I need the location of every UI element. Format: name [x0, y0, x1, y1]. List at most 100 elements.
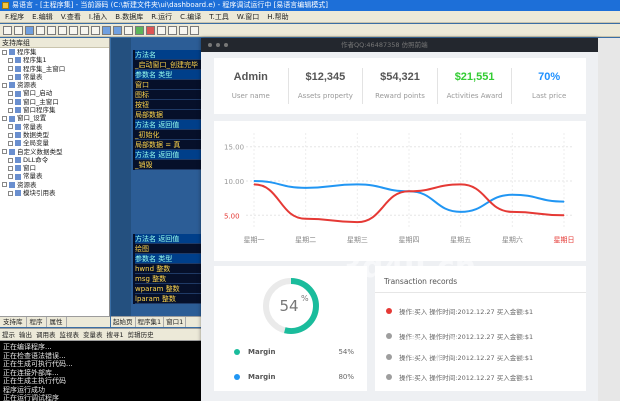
- dashboard-titlebar: 作者QQ:46487358 仿照前端: [201, 38, 598, 52]
- tree-item[interactable]: 窗口_设置: [0, 114, 109, 122]
- expand-icon[interactable]: [8, 91, 13, 97]
- tab-clip-history[interactable]: 剪辑历史: [128, 329, 154, 340]
- menu-insert[interactable]: I.插入: [86, 11, 110, 22]
- tab-start-page[interactable]: 起始页: [111, 317, 136, 327]
- menu-help[interactable]: H.帮助: [264, 11, 291, 22]
- menu-tools[interactable]: T.工具: [206, 11, 232, 22]
- align-icon[interactable]: [124, 26, 133, 35]
- window-maximize-icon[interactable]: [224, 43, 228, 47]
- expand-icon[interactable]: [8, 165, 13, 171]
- find-icon[interactable]: [91, 26, 100, 35]
- tree-item[interactable]: 资源表: [0, 181, 109, 189]
- window2-icon[interactable]: [113, 26, 122, 35]
- redo-icon[interactable]: [80, 26, 89, 35]
- tree-item[interactable]: DLL命令: [0, 156, 109, 164]
- expand-icon[interactable]: [2, 116, 7, 122]
- margin-card: 54% Margin 54% Margin 80%: [214, 266, 367, 391]
- tree-item[interactable]: 常量表: [0, 123, 109, 131]
- transaction-record[interactable]: 操作:买入 操作时间:2012.12.27 买入金额:$1: [386, 371, 533, 383]
- tab-support-lib[interactable]: 支持库: [0, 317, 27, 327]
- expand-icon[interactable]: [2, 149, 7, 155]
- data-point: [305, 187, 307, 189]
- stats-card: Admin User name $12,345 Assets property …: [214, 58, 586, 114]
- undo-icon[interactable]: [69, 26, 78, 35]
- tab-variables[interactable]: 变量表: [83, 329, 103, 340]
- expand-icon[interactable]: [8, 157, 13, 163]
- tab-output[interactable]: 输出: [19, 329, 32, 340]
- expand-icon[interactable]: [8, 57, 13, 63]
- menu-database[interactable]: B.数据库: [112, 11, 146, 22]
- tab-call-stack[interactable]: 调用表: [36, 329, 56, 340]
- x-tick-label: 星期三: [347, 236, 368, 244]
- expand-icon[interactable]: [8, 132, 13, 138]
- step-icon[interactable]: [157, 26, 166, 35]
- tree-item[interactable]: 全局变量: [0, 139, 109, 147]
- tree-item[interactable]: 程序集1: [0, 56, 109, 64]
- tree-item[interactable]: 资源表: [0, 81, 109, 89]
- tree-item[interactable]: 窗口: [0, 164, 109, 172]
- expand-icon[interactable]: [8, 124, 13, 130]
- tree-item[interactable]: 模块引用表: [0, 189, 109, 197]
- expand-icon[interactable]: [8, 107, 13, 113]
- tab-hint[interactable]: 提示: [2, 329, 15, 340]
- tree-item[interactable]: 常量表: [0, 172, 109, 180]
- copy-icon[interactable]: [47, 26, 56, 35]
- paste-icon[interactable]: [58, 26, 67, 35]
- transaction-record[interactable]: 操作:买入 操作时间:2012.12.27 买入金额:$1: [386, 330, 533, 342]
- breakpoint-icon[interactable]: [179, 26, 188, 35]
- tree-item-label: 程序集1: [23, 56, 47, 65]
- tree-item[interactable]: 程序集_主窗口: [0, 65, 109, 73]
- tab-assembly[interactable]: 程序集1: [136, 317, 165, 327]
- output-line: 正在运行调试程序: [3, 394, 59, 401]
- tree-item[interactable]: 数据类型: [0, 131, 109, 139]
- compile-icon[interactable]: [190, 26, 199, 35]
- module-icon: [15, 140, 21, 147]
- tree-item[interactable]: 常量表: [0, 73, 109, 81]
- transaction-record[interactable]: 操作:买入 操作时间:2012.12.27 买入金额:$1: [386, 305, 533, 317]
- desktop-background: [598, 38, 620, 401]
- tab-program[interactable]: 程序: [27, 317, 47, 327]
- expand-icon[interactable]: [2, 182, 7, 188]
- project-tree-pane: 支持库组 程序集 程序集1 程序集_主窗口 常量表 资源表 窗口_启动 窗口_主窗口 窗口程序…: [0, 38, 110, 316]
- transaction-record[interactable]: 操作:买入 操作时间:2012.12.27 买入金额:$1: [386, 351, 533, 363]
- expand-icon[interactable]: [8, 99, 13, 105]
- tree-item[interactable]: 窗口_主窗口: [0, 98, 109, 106]
- step-over-icon[interactable]: [168, 26, 177, 35]
- expand-icon[interactable]: [8, 74, 13, 80]
- expand-icon[interactable]: [8, 66, 13, 72]
- menu-view[interactable]: V.查看: [58, 11, 84, 22]
- tab-window[interactable]: 窗口1: [164, 317, 187, 327]
- window-minimize-icon[interactable]: [216, 43, 220, 47]
- stop-icon[interactable]: [146, 26, 155, 35]
- window-close-icon[interactable]: [208, 43, 212, 47]
- tab-properties[interactable]: 属性: [47, 317, 67, 327]
- cut-icon[interactable]: [36, 26, 45, 35]
- tab-search[interactable]: 搜寻1: [107, 329, 124, 340]
- tree-item[interactable]: 程序集: [0, 48, 109, 56]
- new-file-icon[interactable]: [3, 26, 12, 35]
- line-chart-card: 5.00 10.00 15.00 星期一 星期二 星期三 星期四 星期五 星期六 星期日: [214, 121, 586, 261]
- expand-icon[interactable]: [8, 140, 13, 146]
- tree-item[interactable]: 自定义数据类型: [0, 148, 109, 156]
- menu-run[interactable]: R.运行: [148, 11, 175, 22]
- expand-icon[interactable]: [8, 174, 13, 180]
- module-icon: [9, 115, 15, 122]
- run-icon[interactable]: [135, 26, 144, 35]
- open-folder-icon[interactable]: [14, 26, 23, 35]
- x-tick-label: 星期四: [399, 236, 420, 244]
- code-editor[interactable]: 方法名 _启动窗口_创建完毕 参数名 类型 窗口 图标 按钮 局部数据 方法名 返回值 _初始化…: [111, 38, 218, 316]
- tab-watch[interactable]: 监视表: [60, 329, 80, 340]
- menu-window[interactable]: W.窗口: [234, 11, 262, 22]
- output-line: 正在生成主执行代码: [3, 377, 66, 385]
- expand-icon[interactable]: [8, 190, 13, 196]
- stat-reward: $54,321 Reward points: [363, 68, 438, 104]
- tree-item[interactable]: 窗口_启动: [0, 89, 109, 97]
- stat-label: Activities Award: [446, 92, 503, 100]
- expand-icon[interactable]: [2, 82, 7, 88]
- menu-file[interactable]: F.程序: [2, 11, 27, 22]
- save-icon[interactable]: [25, 26, 34, 35]
- expand-icon[interactable]: [2, 49, 7, 55]
- window-icon[interactable]: [102, 26, 111, 35]
- menu-edit[interactable]: E.编辑: [29, 11, 56, 22]
- menu-compile[interactable]: C.编译: [177, 11, 204, 22]
